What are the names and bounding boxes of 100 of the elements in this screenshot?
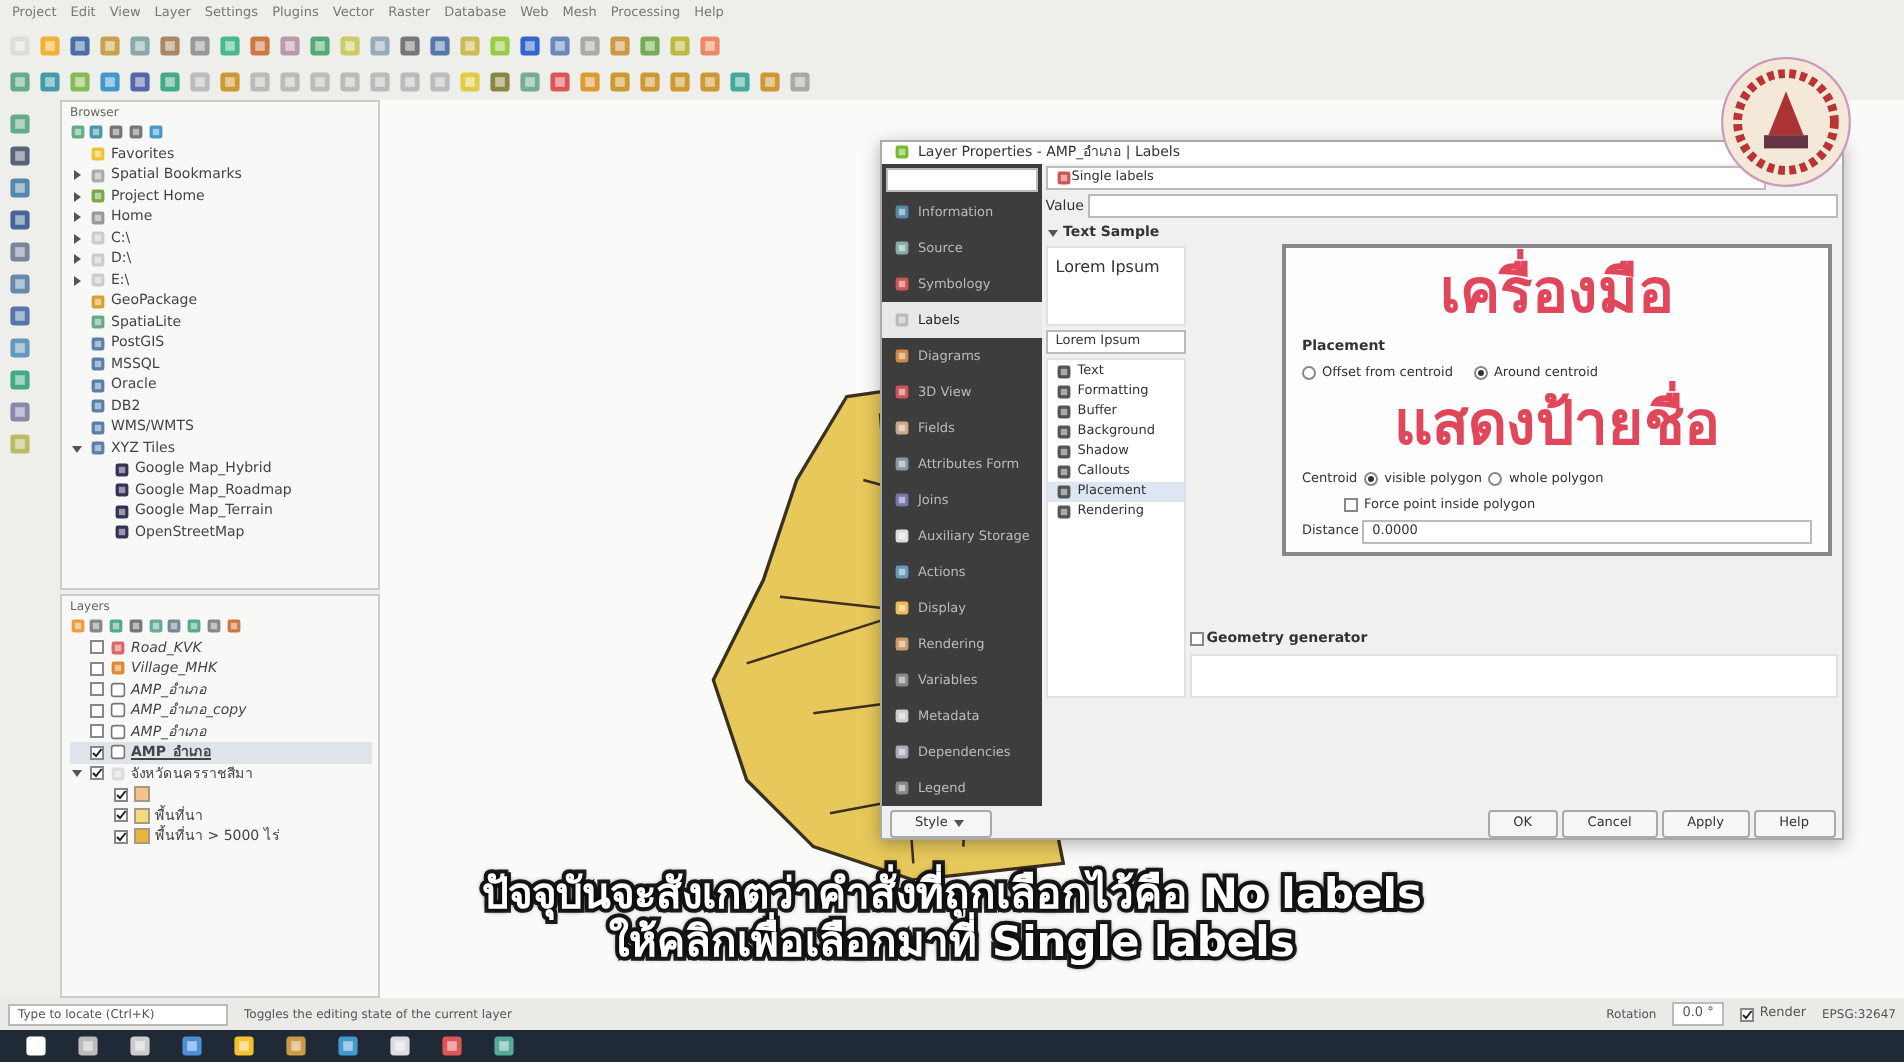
toolbar-tool-icon[interactable] xyxy=(368,34,392,58)
layer-tool-icon[interactable] xyxy=(8,112,32,136)
nav-icon xyxy=(894,312,910,329)
caret-icon xyxy=(951,816,966,831)
toolbar-tool-icon[interactable] xyxy=(218,70,242,94)
taskbar-app-icon[interactable] xyxy=(336,1034,360,1058)
toolbar-tool-icon[interactable] xyxy=(398,34,422,58)
expand-caret[interactable] xyxy=(69,168,83,182)
toolbar-tool-icon[interactable] xyxy=(788,70,812,94)
toolbar-tool-icon[interactable] xyxy=(488,70,512,94)
toolbar-tool-icon[interactable] xyxy=(638,70,662,94)
layer-tool-icon[interactable] xyxy=(8,336,32,360)
layer-tool-icon[interactable] xyxy=(8,272,32,296)
layer-checkbox[interactable] xyxy=(113,787,127,802)
layer-tool-icon[interactable] xyxy=(8,144,32,168)
toolbar-tool-icon[interactable] xyxy=(698,70,722,94)
toolbar-tool-icon[interactable] xyxy=(668,70,692,94)
collapse-caret[interactable] xyxy=(69,441,83,455)
layer-tool-icon[interactable] xyxy=(8,176,32,200)
toolbar-tool-icon[interactable] xyxy=(98,34,122,58)
nav-icon xyxy=(894,204,910,221)
toolbar-tool-icon[interactable] xyxy=(518,70,542,94)
layer-checkbox[interactable] xyxy=(113,808,127,823)
layer-checkbox[interactable] xyxy=(89,640,103,655)
toolbar-tool-icon[interactable] xyxy=(578,34,602,58)
geometry-checkbox[interactable] xyxy=(1189,632,1203,646)
toolbar-tool-icon[interactable] xyxy=(218,34,242,58)
toolbar-tool-icon[interactable] xyxy=(98,70,122,94)
toolbar-tool-icon[interactable] xyxy=(428,34,452,58)
render-checkbox[interactable] xyxy=(1739,1007,1754,1021)
toolbar-tool-icon[interactable] xyxy=(548,70,572,94)
tile-icon xyxy=(113,482,129,498)
taskbar-app-icon[interactable] xyxy=(492,1034,516,1058)
nav-icon xyxy=(894,528,910,545)
expand-caret[interactable] xyxy=(69,252,83,266)
tile-icon xyxy=(113,524,129,540)
labels-icon xyxy=(1055,170,1072,187)
taskbar-app-icon[interactable] xyxy=(128,1034,152,1058)
expand-caret[interactable] xyxy=(69,231,83,245)
nav-icon xyxy=(894,672,910,689)
taskbar-app-icon[interactable] xyxy=(232,1034,256,1058)
layer-checkbox[interactable] xyxy=(89,724,103,739)
toolbar-tool-icon[interactable] xyxy=(158,70,182,94)
app-icon xyxy=(894,144,910,161)
group-icon xyxy=(109,765,125,782)
toolbar-tool-icon[interactable] xyxy=(698,34,722,58)
taskbar-app-icon[interactable] xyxy=(180,1034,204,1058)
nav-icon xyxy=(894,636,910,653)
toolbar-tool-icon[interactable] xyxy=(548,34,572,58)
layer-checkbox[interactable] xyxy=(113,829,127,844)
toolbar-tool-icon[interactable] xyxy=(518,34,542,58)
taskbar-app-icon[interactable] xyxy=(440,1034,464,1058)
layer-tool-icon[interactable] xyxy=(8,208,32,232)
toolbar-tool-icon[interactable] xyxy=(608,34,632,58)
tile-icon xyxy=(113,503,129,519)
toolbar-tool-icon[interactable] xyxy=(278,34,302,58)
toolbar-tool-icon[interactable] xyxy=(38,70,62,94)
toolbar-tool-icon[interactable] xyxy=(68,70,92,94)
toolbar-tool-icon[interactable] xyxy=(308,34,332,58)
toolbar-tool-icon[interactable] xyxy=(8,70,32,94)
text-sample-preview: Lorem Ipsum xyxy=(1045,246,1186,326)
toolbar-tool-icon[interactable] xyxy=(728,70,752,94)
layer-checkbox[interactable] xyxy=(89,703,103,718)
toolbar-tool-icon[interactable] xyxy=(248,34,272,58)
nav-icon xyxy=(894,744,910,761)
toolbar-tool-icon[interactable] xyxy=(608,70,632,94)
layer-checkbox[interactable] xyxy=(89,766,103,781)
layer-checkbox[interactable] xyxy=(89,745,103,760)
layer-tool-icon[interactable] xyxy=(8,400,32,424)
toolbar-tool-icon[interactable] xyxy=(128,70,152,94)
point-layer-icon xyxy=(109,660,125,677)
taskbar-app-icon[interactable] xyxy=(284,1034,308,1058)
search-field[interactable] xyxy=(885,167,1039,191)
value-field[interactable] xyxy=(1087,194,1839,218)
taskbar-app-icon[interactable] xyxy=(76,1034,100,1058)
toolbar-tool-icon[interactable] xyxy=(128,34,152,58)
toolbar-tool-icon[interactable] xyxy=(638,34,662,58)
layer-checkbox[interactable] xyxy=(89,661,103,676)
nav-icon xyxy=(894,708,910,725)
nav-icon xyxy=(894,564,910,581)
map-canvas[interactable] xyxy=(380,100,1904,998)
toolbar-tool-icon[interactable] xyxy=(758,70,782,94)
expand-caret[interactable] xyxy=(69,273,83,287)
collapse-caret[interactable] xyxy=(69,766,83,781)
layer-tool-icon[interactable] xyxy=(8,368,32,392)
expand-caret[interactable] xyxy=(69,210,83,224)
layer-tool-icon[interactable] xyxy=(8,240,32,264)
nav-icon xyxy=(894,420,910,437)
toolbar-tool-icon[interactable] xyxy=(158,34,182,58)
toolbar-tool-icon[interactable] xyxy=(68,34,92,58)
nav-icon xyxy=(894,384,910,401)
collapse-caret[interactable] xyxy=(1045,225,1060,239)
toolbar-tool-icon[interactable] xyxy=(578,70,602,94)
nav-icon xyxy=(894,492,910,509)
expand-caret[interactable] xyxy=(69,189,83,203)
taskbar-app-icon[interactable] xyxy=(388,1034,412,1058)
layer-checkbox[interactable] xyxy=(89,682,103,697)
toolbar-tool-icon[interactable] xyxy=(188,34,212,58)
taskbar-app-icon[interactable] xyxy=(24,1034,48,1058)
layer-tool-icon[interactable] xyxy=(8,304,32,328)
